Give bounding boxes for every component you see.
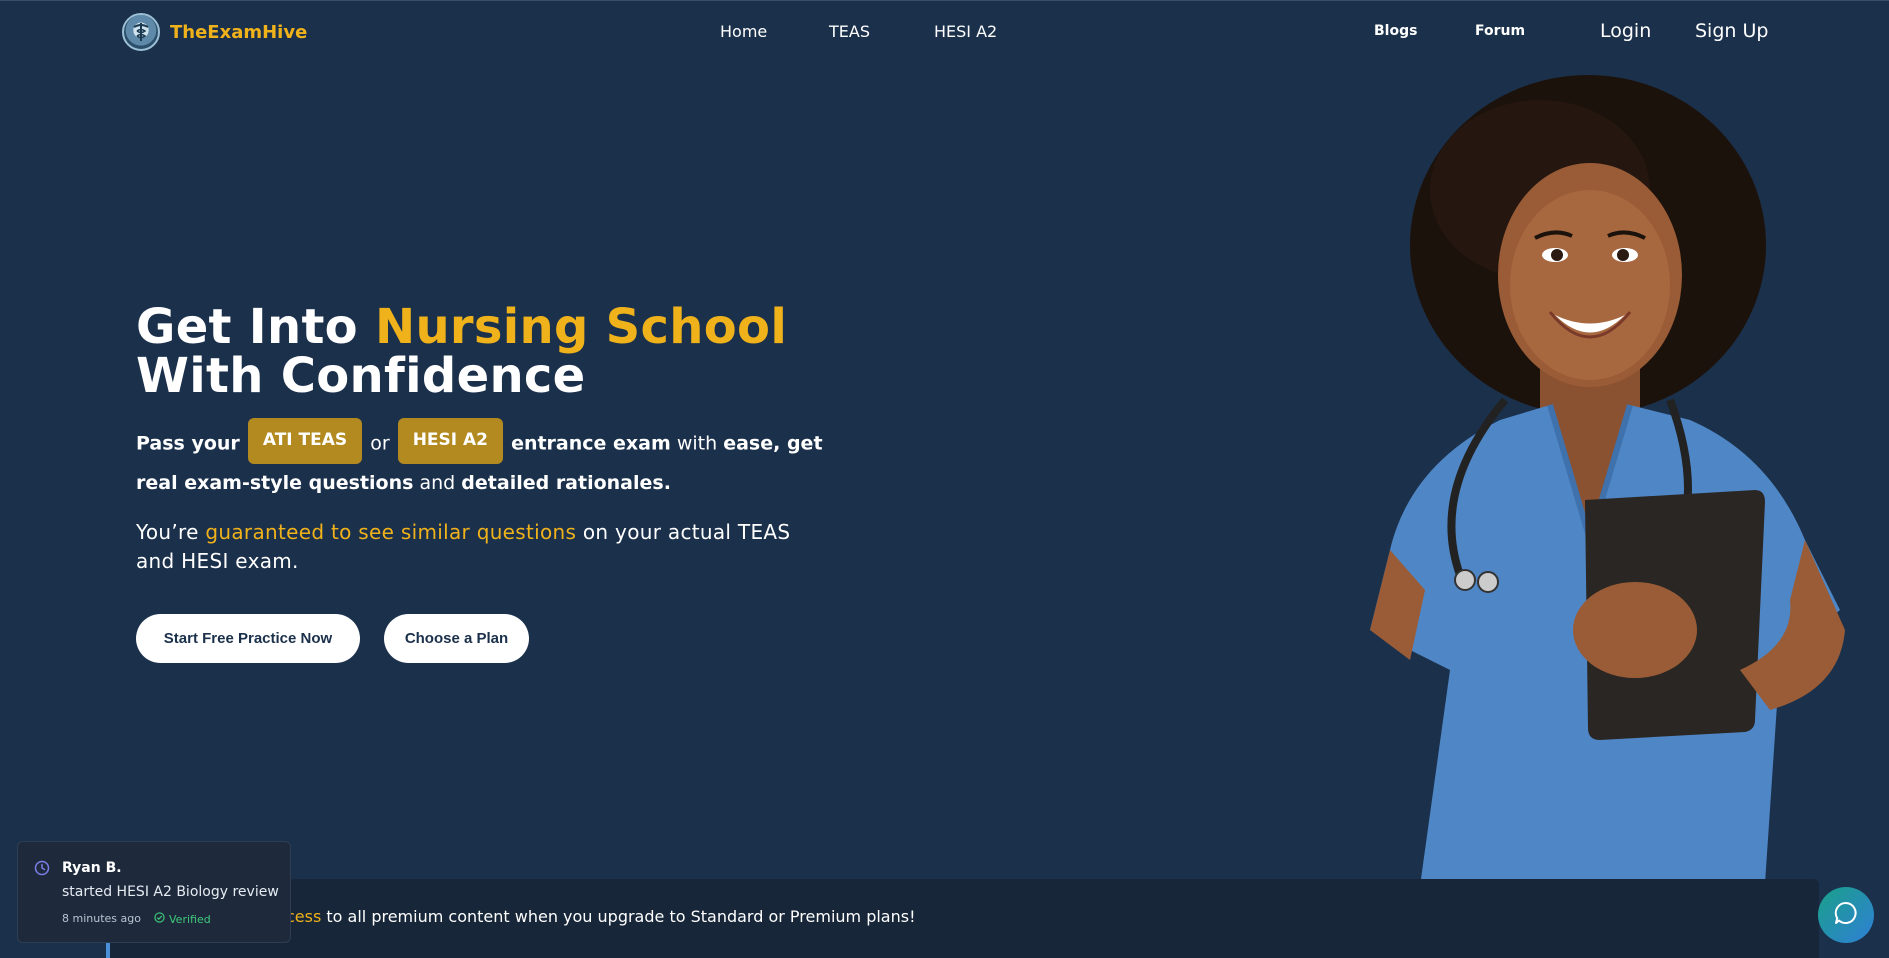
sub-and: and <box>419 472 456 494</box>
nav-hesi-link[interactable]: HESI A2 <box>934 22 997 41</box>
banner-text: cess to all premium content when you upg… <box>286 907 916 926</box>
clock-icon <box>34 860 50 880</box>
guarantee-pre: You’re <box>136 520 206 544</box>
top-nav: TheExamHive Home TEAS HESI A2 Blogs Foru… <box>0 0 1889 62</box>
banner-accent-text: cess <box>286 907 322 926</box>
sub-rationales: detailed rationales. <box>461 472 671 494</box>
sub-pass: Pass your <box>136 432 240 455</box>
hero-title-part1: Get Into <box>136 299 375 355</box>
nav-blogs-link[interactable]: Blogs <box>1374 23 1417 39</box>
hero-title-accent: Nursing School <box>374 299 788 355</box>
hesi-a2-pill: HESI A2 <box>397 418 504 464</box>
start-free-practice-button[interactable]: Start Free Practice Now <box>136 614 360 663</box>
toast-timestamp: 8 minutes ago <box>62 912 141 925</box>
verified-badge: Verified <box>154 912 211 926</box>
verified-label: Verified <box>169 912 211 926</box>
nav-forum-link[interactable]: Forum <box>1475 23 1525 39</box>
signup-link[interactable]: Sign Up <box>1695 20 1768 42</box>
chat-button[interactable] <box>1818 887 1874 943</box>
banner-body-text: to all premium content when you upgrade … <box>321 907 916 926</box>
check-circle-icon <box>154 912 165 926</box>
hero-subtitle: Pass your ATI TEAS or HESI A2 entrance e… <box>136 418 826 502</box>
activity-toast: Ryan B. started HESI A2 Biology review 8… <box>17 841 291 943</box>
sub-entrance: entrance exam <box>511 432 671 455</box>
toast-action: started HESI A2 Biology review <box>62 884 279 900</box>
sub-or: or <box>370 432 390 455</box>
hero-title-part2: With Confidence <box>136 348 586 404</box>
brand-logo[interactable]: TheExamHive <box>122 13 307 51</box>
hero-title: Get Into Nursing School With Confidence <box>136 303 787 401</box>
nav-teas-link[interactable]: TEAS <box>829 22 870 41</box>
caduceus-icon <box>122 13 160 51</box>
ati-teas-pill: ATI TEAS <box>247 418 363 464</box>
toast-user-name: Ryan B. <box>62 860 122 876</box>
login-link[interactable]: Login <box>1600 20 1651 42</box>
sub-with: with <box>676 432 718 455</box>
nav-home-link[interactable]: Home <box>720 22 767 41</box>
guarantee-accent: guaranteed to see similar questions <box>205 520 577 544</box>
chat-bubble-icon <box>1833 900 1859 930</box>
nurse-image <box>1370 75 1845 958</box>
choose-plan-button[interactable]: Choose a Plan <box>384 614 529 663</box>
hero-guarantee: You’re guaranteed to see similar questio… <box>136 518 826 576</box>
brand-name: TheExamHive <box>170 21 308 43</box>
